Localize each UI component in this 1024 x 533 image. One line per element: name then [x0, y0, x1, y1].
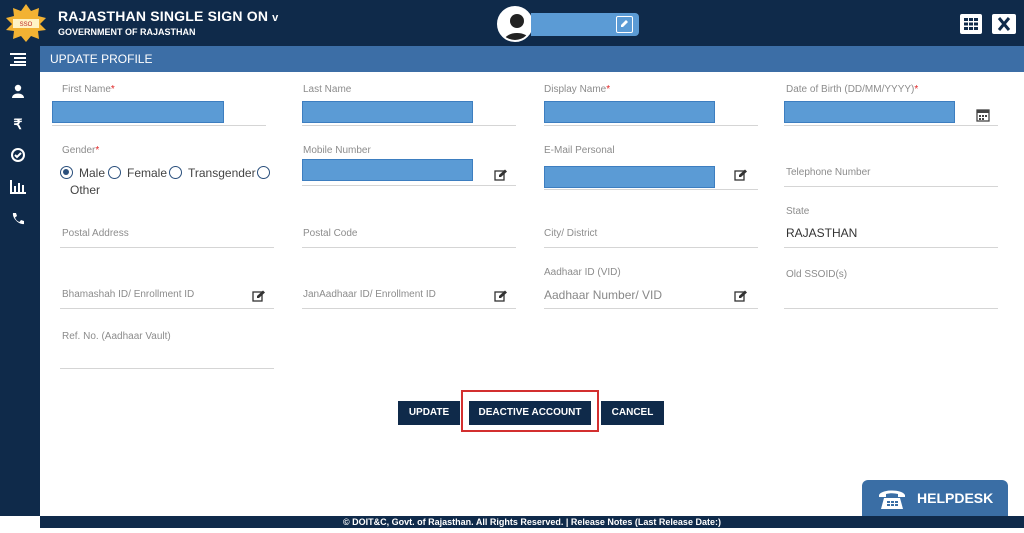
- postal-code-field: Postal Code: [302, 206, 519, 250]
- menu-list-icon[interactable]: [6, 52, 30, 74]
- bhamashah-label: Bhamashah ID/ Enrollment ID: [62, 289, 195, 300]
- janaadhaar-field: JanAadhaar ID/ Enrollment ID: [302, 267, 519, 311]
- rupee-icon[interactable]: ₹: [6, 116, 30, 138]
- user-name-box[interactable]: [531, 13, 639, 36]
- gender-female-label: Female: [127, 166, 168, 180]
- gender-other-radio[interactable]: [257, 166, 270, 179]
- last-name-field: Last Name: [302, 84, 519, 128]
- ref-no-field: Ref. No. (Aadhaar Vault): [60, 329, 278, 373]
- gender-label: Gender*: [62, 145, 100, 156]
- display-name-label: Display Name*: [544, 84, 611, 95]
- city-input[interactable]: [544, 247, 758, 248]
- mobile-field: Mobile Number: [302, 145, 519, 189]
- bhamashah-field: Bhamashah ID/ Enrollment ID: [60, 267, 278, 311]
- gender-transgender-label: Transgender: [188, 166, 256, 180]
- state-value: RAJASTHAN: [786, 226, 858, 240]
- close-icon[interactable]: [992, 14, 1016, 34]
- edit-aadhaar-icon[interactable]: [734, 290, 748, 302]
- first-name-field: First Name*: [52, 84, 278, 128]
- postal-address-input[interactable]: [60, 247, 274, 248]
- app-title[interactable]: RAJASTHAN SINGLE SIGN ON v: [58, 8, 278, 24]
- postal-address-label: Postal Address: [62, 228, 129, 239]
- dob-field: Date of Birth (DD/MM/YYYY)*: [784, 84, 1002, 128]
- check-circle-icon[interactable]: [6, 148, 30, 170]
- edit-janaadhaar-icon[interactable]: [494, 290, 508, 302]
- dob-label: Date of Birth (DD/MM/YYYY)*: [786, 84, 919, 95]
- telephone-icon: [879, 490, 905, 509]
- edit-bhamashah-icon[interactable]: [252, 290, 266, 302]
- phone-icon[interactable]: [6, 212, 30, 234]
- avatar-icon: [503, 14, 531, 40]
- mobile-label: Mobile Number: [303, 145, 371, 156]
- postal-code-label: Postal Code: [303, 228, 358, 239]
- edit-mobile-icon[interactable]: [494, 169, 508, 181]
- edit-user-icon[interactable]: [616, 16, 633, 33]
- email-input[interactable]: [544, 166, 715, 188]
- svg-text:SSO: SSO: [20, 22, 33, 28]
- footer: © DOIT&C, Govt. of Rajasthan. All Rights…: [40, 516, 1024, 528]
- last-name-label: Last Name: [303, 84, 352, 95]
- cancel-button[interactable]: CANCEL: [601, 401, 664, 425]
- dob-input[interactable]: [784, 101, 955, 123]
- section-title-update-profile: UPDATE PROFILE: [40, 46, 1024, 72]
- mobile-input[interactable]: [302, 159, 473, 181]
- rajasthan-logo-icon: SSO: [6, 4, 46, 42]
- city-label: City/ District: [544, 228, 598, 239]
- helpdesk-label: HELPDESK: [917, 490, 994, 506]
- old-ssoid-label: Old SSOID(s): [786, 269, 848, 280]
- aadhaar-label: Aadhaar ID (VID): [544, 267, 621, 278]
- calendar-icon[interactable]: [976, 108, 990, 122]
- bar-chart-icon[interactable]: [6, 180, 30, 202]
- apps-grid-icon[interactable]: [960, 14, 982, 34]
- display-name-field: Display Name*: [544, 84, 760, 128]
- postal-code-input[interactable]: [302, 247, 516, 248]
- old-ssoid-field: Old SSOID(s): [784, 267, 1002, 311]
- state-label: State: [786, 206, 810, 217]
- state-field: State RAJASTHAN: [784, 206, 1002, 250]
- email-label: E-Mail Personal: [544, 145, 615, 156]
- gender-female-radio[interactable]: [108, 166, 121, 179]
- app-root: SSO RAJASTHAN SINGLE SIGN ON v GOVERNMENT…: [0, 0, 1024, 533]
- ref-no-input[interactable]: [60, 368, 274, 369]
- postal-address-field: Postal Address: [60, 206, 278, 250]
- sidebar: ₹: [0, 46, 40, 516]
- ref-no-label: Ref. No. (Aadhaar Vault): [62, 331, 171, 342]
- telephone-input[interactable]: [784, 186, 998, 187]
- gender-male-radio[interactable]: [60, 166, 73, 179]
- telephone-label: Telephone Number: [786, 167, 871, 178]
- app-title-text: RAJASTHAN SINGLE SIGN ON: [58, 8, 269, 24]
- deactivate-account-button[interactable]: DEACTIVE ACCOUNT: [469, 401, 591, 425]
- gender-male-label: Male: [79, 166, 106, 180]
- first-name-input[interactable]: [52, 101, 224, 123]
- title-dropdown-icon[interactable]: v: [272, 12, 278, 24]
- last-name-input[interactable]: [302, 101, 473, 123]
- user-avatar[interactable]: [497, 6, 533, 42]
- app-subtitle: GOVERNMENT OF RAJASTHAN: [58, 27, 196, 37]
- city-field: City/ District: [544, 206, 760, 250]
- gender-other-label: Other: [70, 183, 101, 197]
- janaadhaar-label: JanAadhaar ID/ Enrollment ID: [303, 289, 436, 300]
- update-button[interactable]: UPDATE: [398, 401, 460, 425]
- edit-email-icon[interactable]: [734, 169, 748, 181]
- user-icon[interactable]: [6, 84, 30, 106]
- display-name-input[interactable]: [544, 101, 715, 123]
- telephone-field: Telephone Number: [784, 145, 1002, 189]
- first-name-label: First Name*: [62, 84, 115, 95]
- gender-transgender-radio[interactable]: [169, 166, 182, 179]
- aadhaar-input[interactable]: Aadhaar Number/ VID: [544, 288, 662, 302]
- gender-field: Gender* Male Female Transgender Other: [60, 145, 278, 197]
- old-ssoid-input[interactable]: [784, 308, 998, 309]
- helpdesk-button[interactable]: HELPDESK: [862, 480, 1008, 516]
- email-field: E-Mail Personal: [544, 145, 760, 190]
- aadhaar-field: Aadhaar ID (VID) Aadhaar Number/ VID: [544, 267, 760, 311]
- top-header: SSO RAJASTHAN SINGLE SIGN ON v GOVERNMENT…: [0, 0, 1024, 46]
